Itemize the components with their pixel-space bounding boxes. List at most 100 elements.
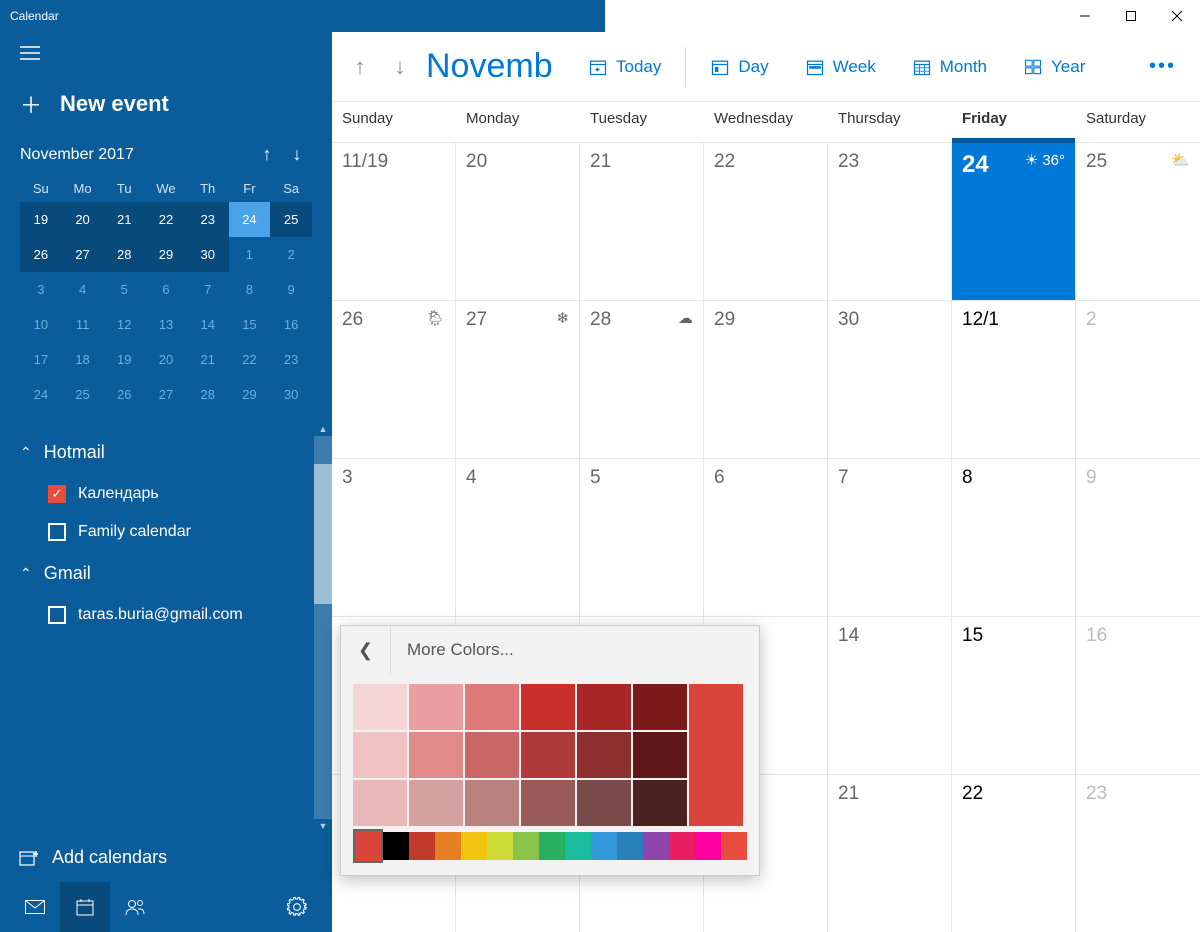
color-swatch[interactable] xyxy=(577,684,631,730)
calendar-day-cell[interactable]: 5 xyxy=(580,458,704,616)
color-swatch[interactable] xyxy=(465,684,519,730)
calendar-item[interactable]: ✓Календарь xyxy=(0,475,332,513)
calendar-button[interactable] xyxy=(60,882,110,932)
calendar-day-cell[interactable]: 30 xyxy=(828,300,952,458)
color-swatch[interactable] xyxy=(409,780,463,826)
hue-swatch[interactable] xyxy=(565,832,591,860)
color-swatch[interactable] xyxy=(521,732,575,778)
mini-calendar-day[interactable]: 29 xyxy=(229,377,271,412)
calendar-day-cell[interactable]: 29 xyxy=(704,300,828,458)
calendar-day-cell[interactable]: 27❄ xyxy=(456,300,580,458)
mini-calendar-day[interactable]: 28 xyxy=(103,237,145,272)
mini-calendar-day[interactable]: 20 xyxy=(62,202,104,237)
color-swatch[interactable] xyxy=(577,780,631,826)
mini-calendar-day[interactable]: 18 xyxy=(62,342,104,377)
hamburger-button[interactable] xyxy=(0,32,332,74)
mini-calendar-day[interactable]: 17 xyxy=(20,342,62,377)
mini-calendar-day[interactable]: 26 xyxy=(103,377,145,412)
color-swatch[interactable] xyxy=(353,684,407,730)
mini-calendar-day[interactable]: 13 xyxy=(145,307,187,342)
mini-calendar-day[interactable]: 30 xyxy=(270,377,312,412)
hue-swatch[interactable] xyxy=(409,832,435,860)
people-button[interactable] xyxy=(110,882,160,932)
hue-swatch[interactable] xyxy=(435,832,461,860)
account-header[interactable]: ⌃Hotmail xyxy=(0,430,332,475)
calendar-day-cell[interactable]: 26🌦 xyxy=(332,300,456,458)
mini-calendar-day[interactable]: 26 xyxy=(20,237,62,272)
mini-calendar-day[interactable]: 24 xyxy=(20,377,62,412)
mini-calendar-day[interactable]: 15 xyxy=(229,307,271,342)
color-swatch[interactable] xyxy=(521,780,575,826)
mini-calendar-day[interactable]: 9 xyxy=(270,272,312,307)
account-header[interactable]: ⌃Gmail xyxy=(0,551,332,596)
mini-calendar-day[interactable]: 1 xyxy=(229,237,271,272)
mini-calendar-day[interactable]: 27 xyxy=(62,237,104,272)
new-event-button[interactable]: ＋ New event xyxy=(0,74,332,144)
calendar-checkbox[interactable] xyxy=(48,523,66,541)
mini-calendar-day[interactable]: 3 xyxy=(20,272,62,307)
mini-calendar-day[interactable]: 6 xyxy=(145,272,187,307)
hue-swatch[interactable] xyxy=(721,832,747,860)
window-minimize-button[interactable] xyxy=(1062,0,1108,32)
calendar-day-cell[interactable]: 21 xyxy=(580,142,704,300)
color-swatch[interactable] xyxy=(633,732,687,778)
hue-swatch[interactable] xyxy=(487,832,513,860)
calendar-day-cell[interactable]: 24☀36° xyxy=(952,142,1076,300)
color-swatch[interactable] xyxy=(465,780,519,826)
hue-swatch[interactable] xyxy=(383,832,409,860)
mini-calendar-day[interactable]: 30 xyxy=(187,237,229,272)
month-view-button[interactable]: Month xyxy=(894,49,1005,85)
mini-calendar-day[interactable]: 20 xyxy=(145,342,187,377)
mini-calendar-day[interactable]: 19 xyxy=(103,342,145,377)
calendar-day-cell[interactable]: 6 xyxy=(704,458,828,616)
calendar-day-cell[interactable]: 28☁ xyxy=(580,300,704,458)
color-swatch-selected[interactable] xyxy=(689,684,743,826)
mini-calendar-day[interactable]: 21 xyxy=(103,202,145,237)
calendar-day-cell[interactable]: 22 xyxy=(704,142,828,300)
calendar-checkbox[interactable]: ✓ xyxy=(48,485,66,503)
mini-calendar-day[interactable]: 8 xyxy=(229,272,271,307)
calendar-day-cell[interactable]: 22 xyxy=(952,774,1076,932)
hue-swatch[interactable] xyxy=(539,832,565,860)
calendar-day-cell[interactable]: 12/1 xyxy=(952,300,1076,458)
mini-calendar-day[interactable]: 24 xyxy=(229,202,271,237)
settings-button[interactable] xyxy=(272,882,322,932)
calendar-day-cell[interactable]: 25⛅ xyxy=(1076,142,1200,300)
add-calendars-button[interactable]: Add calendars xyxy=(0,833,332,882)
mini-calendar-day[interactable]: 22 xyxy=(145,202,187,237)
calendar-day-cell[interactable]: 3 xyxy=(332,458,456,616)
color-swatch[interactable] xyxy=(633,780,687,826)
hue-swatch[interactable] xyxy=(591,832,617,860)
hue-swatch[interactable] xyxy=(353,829,383,863)
mail-button[interactable] xyxy=(10,882,60,932)
hue-swatch[interactable] xyxy=(643,832,669,860)
mini-calendar-day[interactable]: 10 xyxy=(20,307,62,342)
calendar-day-cell[interactable]: 23 xyxy=(828,142,952,300)
calendar-item[interactable]: taras.buria@gmail.com xyxy=(0,596,332,634)
hue-swatch[interactable] xyxy=(669,832,695,860)
mini-calendar-day[interactable]: 23 xyxy=(187,202,229,237)
color-swatch[interactable] xyxy=(465,732,519,778)
next-period-button[interactable]: ↓ xyxy=(380,54,420,80)
color-swatch[interactable] xyxy=(409,732,463,778)
hue-swatch[interactable] xyxy=(513,832,539,860)
calendar-day-cell[interactable]: 11/19 xyxy=(332,142,456,300)
calendar-day-cell[interactable]: 14 xyxy=(828,616,952,774)
mini-calendar-day[interactable]: 23 xyxy=(270,342,312,377)
calendar-day-cell[interactable]: 7 xyxy=(828,458,952,616)
calendar-day-cell[interactable]: 9 xyxy=(1076,458,1200,616)
sidebar-scrollbar[interactable]: ▲ ▼ xyxy=(314,422,332,833)
window-maximize-button[interactable] xyxy=(1108,0,1154,32)
calendar-day-cell[interactable]: 2 xyxy=(1076,300,1200,458)
mini-calendar-day[interactable]: 2 xyxy=(270,237,312,272)
calendar-day-cell[interactable]: 4 xyxy=(456,458,580,616)
more-options-button[interactable]: ••• xyxy=(1133,47,1192,86)
mini-calendar-day[interactable]: 25 xyxy=(270,202,312,237)
calendar-day-cell[interactable]: 21 xyxy=(828,774,952,932)
mini-calendar-day[interactable]: 28 xyxy=(187,377,229,412)
hue-swatch[interactable] xyxy=(461,832,487,860)
hue-swatch[interactable] xyxy=(617,832,643,860)
mini-calendar-day[interactable]: 7 xyxy=(187,272,229,307)
year-view-button[interactable]: Year xyxy=(1005,49,1103,85)
scroll-down-icon[interactable]: ▼ xyxy=(314,819,332,833)
